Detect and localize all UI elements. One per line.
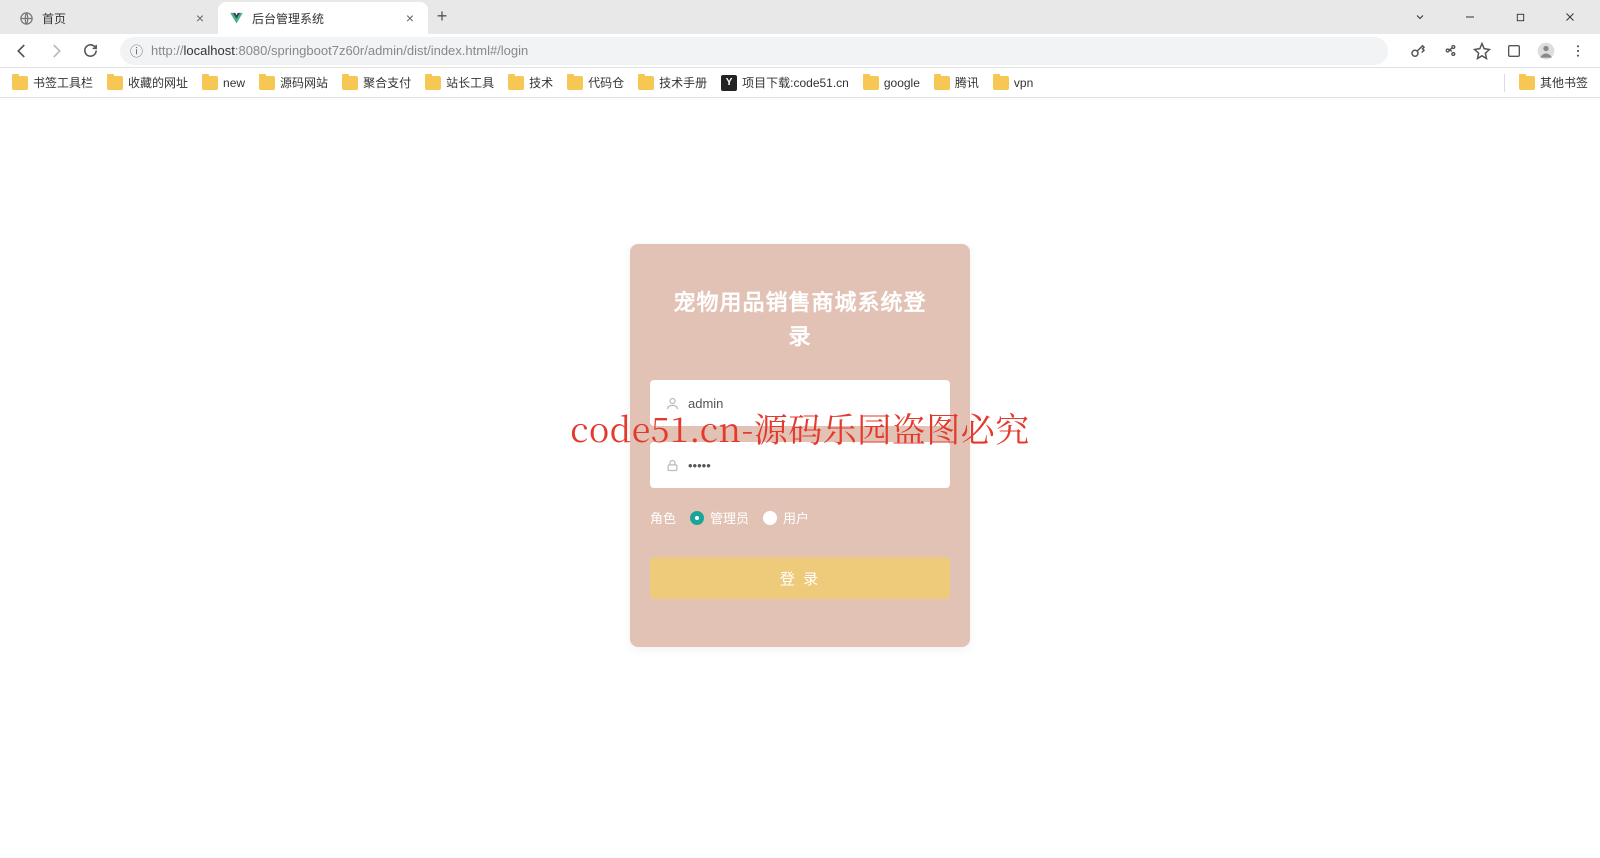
bookmark-label: 源码网站 <box>280 74 328 91</box>
folder-icon <box>567 76 583 90</box>
site-info-icon[interactable]: ⓘ <box>130 41 143 60</box>
bookmarks-left: 书签工具栏 收藏的网址 new 源码网站 聚合支付 站长工具 技术 代码仓 技术… <box>12 74 1504 91</box>
maximize-button[interactable] <box>1498 3 1542 31</box>
close-button[interactable] <box>1548 3 1592 31</box>
folder-icon <box>12 76 28 90</box>
bookmark-folder[interactable]: 技术手册 <box>638 74 707 91</box>
password-wrapper <box>650 442 950 488</box>
username-input[interactable] <box>688 396 938 411</box>
folder-icon <box>863 76 879 90</box>
bookmarks-right: 其他书签 <box>1504 74 1588 92</box>
folder-icon <box>934 76 950 90</box>
bookmark-label: 书签工具栏 <box>33 74 93 91</box>
back-button[interactable] <box>8 37 36 65</box>
bookmark-label: google <box>884 76 920 90</box>
bookmark-label: new <box>223 76 245 90</box>
folder-icon <box>342 76 358 90</box>
tab-admin[interactable]: 后台管理系统 × <box>218 2 428 34</box>
role-text: 管理员 <box>710 508 749 527</box>
bookmark-folder[interactable]: 代码仓 <box>567 74 624 91</box>
radio-icon[interactable] <box>763 511 777 525</box>
role-text: 用户 <box>783 508 809 527</box>
share-icon[interactable] <box>1438 39 1462 63</box>
extensions-icon[interactable] <box>1502 39 1526 63</box>
titlebar: 首页 × 后台管理系统 × + <box>0 0 1600 34</box>
radio-icon[interactable] <box>690 511 704 525</box>
title-line1: 宠物用品销售商城系统登 <box>673 290 926 315</box>
title-line2: 录 <box>788 324 811 349</box>
bookmark-folder[interactable]: 收藏的网址 <box>107 74 188 91</box>
folder-icon <box>425 76 441 90</box>
address-actions <box>1396 39 1600 63</box>
user-icon <box>662 396 682 411</box>
folder-icon <box>1519 76 1535 90</box>
role-option-user[interactable]: 用户 <box>763 508 809 527</box>
bookmark-label: 项目下载:code51.cn <box>742 74 849 91</box>
bookmark-folder[interactable]: 源码网站 <box>259 74 328 91</box>
tab-home[interactable]: 首页 × <box>8 2 218 34</box>
folder-icon <box>993 76 1009 90</box>
tab-close-button[interactable]: × <box>402 10 418 26</box>
profile-icon[interactable] <box>1534 39 1558 63</box>
minimize-button[interactable] <box>1448 3 1492 31</box>
bookmark-label: 收藏的网址 <box>128 74 188 91</box>
bookmark-label: 腾讯 <box>955 74 979 91</box>
bookmark-folder[interactable]: 技术 <box>508 74 553 91</box>
bookmark-folder[interactable]: vpn <box>993 76 1033 90</box>
bookmark-link[interactable]: Y 项目下载:code51.cn <box>721 74 849 91</box>
folder-icon <box>107 76 123 90</box>
username-wrapper <box>650 380 950 426</box>
new-tab-button[interactable]: + <box>428 2 456 30</box>
address-bar: ⓘ http://localhost:8080/springboot7z60r/… <box>0 34 1600 68</box>
bookmark-folder[interactable]: 书签工具栏 <box>12 74 93 91</box>
role-label: 角色 <box>650 508 676 527</box>
password-input[interactable] <box>688 458 938 473</box>
forward-button[interactable] <box>42 37 70 65</box>
reload-button[interactable] <box>76 37 104 65</box>
bookmark-label: 站长工具 <box>446 74 494 91</box>
dropdown-icon[interactable] <box>1398 3 1442 31</box>
other-bookmarks[interactable]: 其他书签 <box>1519 74 1588 91</box>
bookmark-folder[interactable]: new <box>202 76 245 90</box>
window-controls <box>1398 0 1600 34</box>
bookmark-folder[interactable]: 聚合支付 <box>342 74 411 91</box>
bookmark-label: 技术手册 <box>659 74 707 91</box>
page-content: 宠物用品销售商城系统登 录 角色 管理员 用户 登 录 <box>0 98 1600 858</box>
lock-icon <box>662 458 682 473</box>
bookmark-folder[interactable]: 站长工具 <box>425 74 494 91</box>
folder-icon <box>638 76 654 90</box>
bookmark-label: 其他书签 <box>1540 74 1588 91</box>
bookmark-label: 代码仓 <box>588 74 624 91</box>
bookmark-folder[interactable]: google <box>863 76 920 90</box>
bookmark-label: 聚合支付 <box>363 74 411 91</box>
login-card: 宠物用品销售商城系统登 录 角色 管理员 用户 登 录 <box>630 244 970 647</box>
role-row: 角色 管理员 用户 <box>650 508 950 527</box>
menu-icon[interactable] <box>1566 39 1590 63</box>
star-icon[interactable] <box>1470 39 1494 63</box>
login-title: 宠物用品销售商城系统登 录 <box>650 286 950 354</box>
tab-close-button[interactable]: × <box>192 10 208 26</box>
tabs-row: 首页 × 后台管理系统 × + <box>0 2 1398 34</box>
vue-icon <box>228 10 244 26</box>
bookmark-label: vpn <box>1014 76 1033 90</box>
bookmark-label: 技术 <box>529 74 553 91</box>
login-button[interactable]: 登 录 <box>650 557 950 599</box>
bookmark-folder[interactable]: 腾讯 <box>934 74 979 91</box>
url-field[interactable]: ⓘ http://localhost:8080/springboot7z60r/… <box>120 37 1388 65</box>
key-icon[interactable] <box>1406 39 1430 63</box>
folder-icon <box>508 76 524 90</box>
folder-icon <box>259 76 275 90</box>
separator <box>1504 74 1505 92</box>
nav-buttons <box>0 37 112 65</box>
tab-title: 首页 <box>42 10 192 27</box>
url-text: http://localhost:8080/springboot7z60r/ad… <box>151 43 1378 58</box>
bookmarks-bar: 书签工具栏 收藏的网址 new 源码网站 聚合支付 站长工具 技术 代码仓 技术… <box>0 68 1600 98</box>
role-option-admin[interactable]: 管理员 <box>690 508 749 527</box>
globe-icon <box>18 10 34 26</box>
site-icon: Y <box>721 75 737 91</box>
folder-icon <box>202 76 218 90</box>
tab-title: 后台管理系统 <box>252 10 402 27</box>
